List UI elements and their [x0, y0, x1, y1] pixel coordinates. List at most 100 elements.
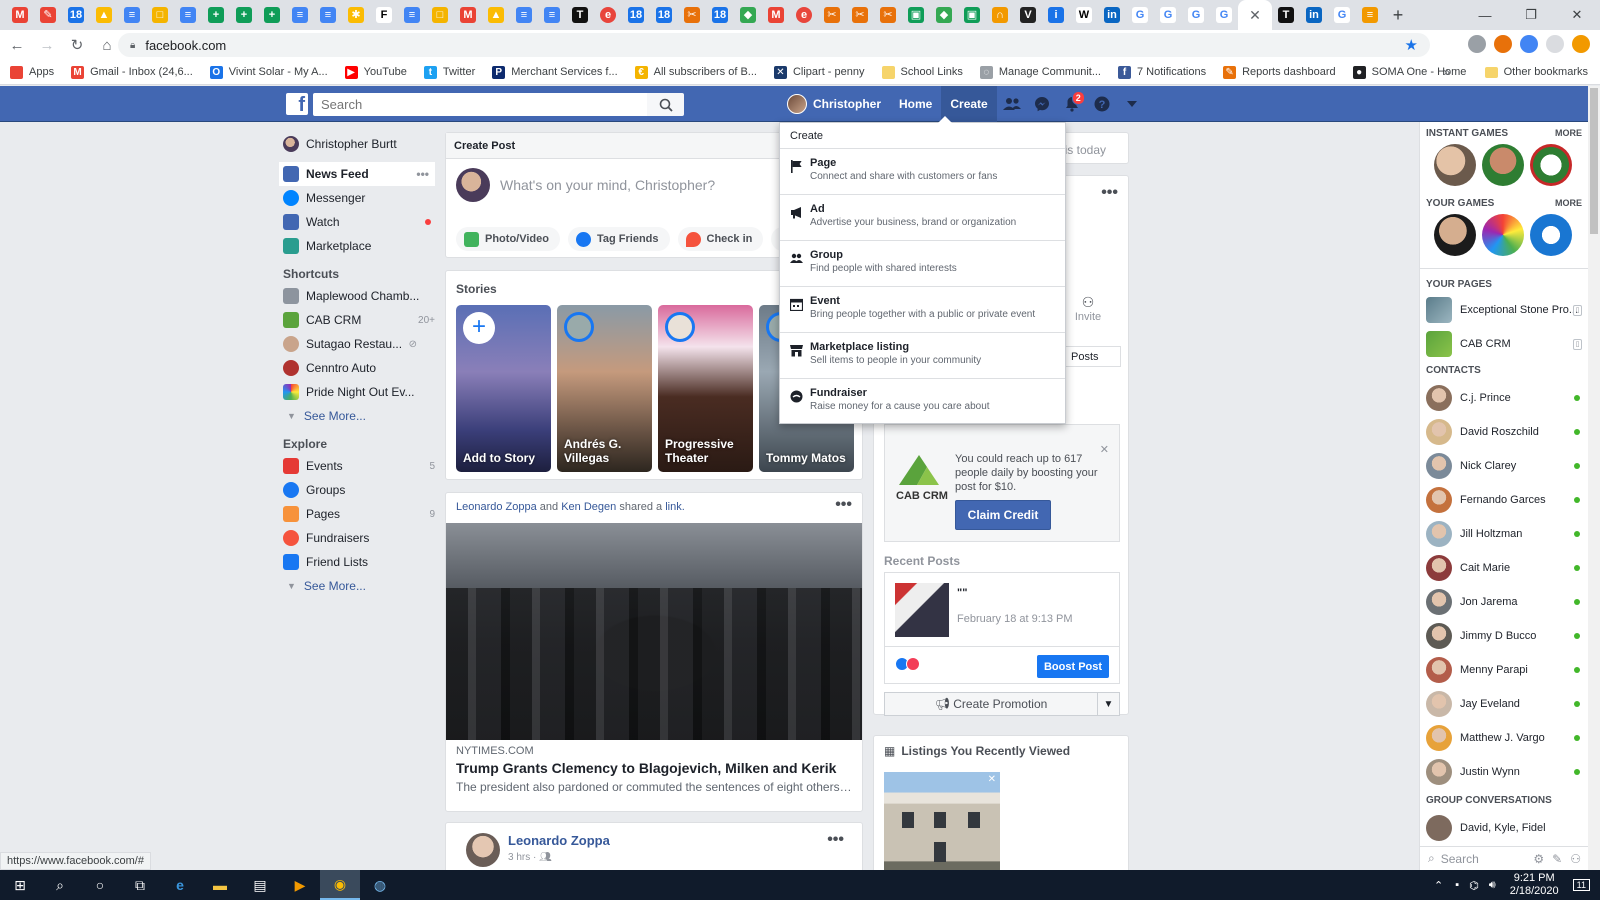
game-icon[interactable] — [1434, 144, 1476, 186]
tab-nyt-2[interactable]: T — [1272, 0, 1300, 30]
tab-google-5[interactable]: G — [1328, 0, 1356, 30]
task-view-icon[interactable]: ⧉ — [120, 870, 160, 900]
shortcut-item[interactable]: Sutagao Restau... ⊘ — [283, 332, 439, 356]
profile-icon[interactable] — [1546, 35, 1564, 53]
left-nav-item[interactable]: Marketplace — [283, 234, 439, 258]
tab-linkedin-2[interactable]: in — [1300, 0, 1328, 30]
new-group-icon[interactable]: ⚇ — [1570, 852, 1581, 866]
link-title[interactable]: Trump Grants Clemency to Blagojevich, Mi… — [456, 760, 836, 776]
tab-sheets-2[interactable]: + — [230, 0, 258, 30]
tab-sheets-3[interactable]: + — [258, 0, 286, 30]
story-add[interactable]: + Add to Story — [456, 305, 551, 472]
tab-google[interactable]: G — [1126, 0, 1154, 30]
bookmark-item[interactable]: M Gmail - Inbox (24,6... — [71, 65, 193, 79]
file-explorer-icon[interactable]: ▬ — [200, 870, 240, 900]
close-icon[interactable]: ✕ — [988, 774, 996, 785]
minimize-icon[interactable]: — — [1462, 0, 1508, 30]
tab-calendar[interactable]: 18 — [62, 0, 90, 30]
author-link[interactable]: Leonardo Zoppa — [456, 501, 537, 513]
page-item[interactable]: Exceptional Stone Pro... ▯ — [1420, 293, 1588, 327]
home-link[interactable]: Home — [890, 86, 941, 122]
store-icon[interactable]: ▤ — [240, 870, 280, 900]
tab-amber[interactable]: ≡ — [1356, 0, 1384, 30]
tab-green-2[interactable]: ▣ — [958, 0, 986, 30]
post-options-icon[interactable]: ••• — [827, 831, 844, 849]
contact-item[interactable]: Jon Jarema — [1420, 585, 1588, 619]
tab-maps[interactable]: ◆ — [734, 0, 762, 30]
check-in-button[interactable]: Check in — [677, 227, 764, 251]
tray-app-icon[interactable]: ▪ — [1455, 879, 1459, 891]
close-tab-icon[interactable]: ✕ — [1249, 7, 1261, 24]
action-center-icon[interactable]: 11 — [1572, 879, 1590, 891]
contact-item[interactable]: Jimmy D Bucco — [1420, 619, 1588, 653]
listing-thumbnail[interactable]: ✕ — [884, 772, 1000, 883]
tab-green[interactable]: ▣ — [902, 0, 930, 30]
tab-v[interactable]: V — [1014, 0, 1042, 30]
more-dots-icon[interactable]: ••• — [416, 167, 429, 181]
more-link[interactable]: MORE — [1555, 198, 1582, 208]
game-icon[interactable] — [1434, 214, 1476, 256]
solitaire-game-icon[interactable] — [1530, 144, 1572, 186]
create-group-item[interactable]: Group Find people with shared interests — [780, 241, 1065, 287]
page-item[interactable]: CAB CRM ▯ — [1420, 327, 1588, 361]
shortcut-item[interactable]: CAB CRM 20+ — [283, 308, 439, 332]
create-ad-item[interactable]: Ad Advertise your business, brand or org… — [780, 195, 1065, 241]
contact-item[interactable]: Cait Marie — [1420, 551, 1588, 585]
bookmark-item[interactable]: O Vivint Solar - My A... — [209, 65, 328, 79]
recent-post-thumbnail[interactable] — [895, 583, 949, 637]
volume-icon[interactable]: 🔊︎ — [1489, 879, 1496, 892]
tab-wiki[interactable]: W — [1070, 0, 1098, 30]
account-menu-chevron-icon[interactable] — [1117, 86, 1147, 122]
search-icon[interactable]: ⌕ — [40, 870, 80, 900]
restore-icon[interactable]: ❐ — [1508, 0, 1554, 30]
close-window-icon[interactable]: ✕ — [1554, 0, 1600, 30]
tab-f[interactable]: F — [370, 0, 398, 30]
tab-docs-4[interactable]: ≡ — [314, 0, 342, 30]
close-icon[interactable]: ✕ — [1100, 443, 1109, 456]
boost-post-button[interactable]: Boost Post — [1037, 655, 1109, 678]
tab-docs-6[interactable]: ≡ — [510, 0, 538, 30]
tab-slides-2[interactable]: □ — [426, 0, 454, 30]
tab-red[interactable]: e — [594, 0, 622, 30]
author-link[interactable]: Leonardo Zoppa — [508, 833, 610, 848]
contact-item[interactable]: Jay Eveland — [1420, 687, 1588, 721]
contact-item[interactable]: Justin Wynn — [1420, 755, 1588, 789]
contact-item[interactable]: Fernando Garces — [1420, 483, 1588, 517]
dice-game-icon[interactable] — [1530, 214, 1572, 256]
bookmark-item[interactable]: € All subscribers of B... — [634, 65, 757, 79]
avatar[interactable] — [466, 833, 500, 867]
tab-linkedin[interactable]: in — [1098, 0, 1126, 30]
facebook-logo-icon[interactable]: f — [286, 93, 308, 116]
cortana-icon[interactable]: ○ — [80, 870, 120, 900]
bookmark-item[interactable]: ◌ Manage Communit... — [979, 65, 1101, 79]
author-link[interactable]: Ken Degen — [561, 501, 616, 513]
post-options-icon[interactable]: ••• — [835, 496, 852, 514]
bookmark-item[interactable]: ✎ Reports dashboard — [1223, 65, 1336, 79]
bookmark-item[interactable]: Apps — [10, 65, 54, 79]
tab-google-3[interactable]: G — [1182, 0, 1210, 30]
extension-icon[interactable] — [1520, 35, 1538, 53]
friend-requests-icon[interactable] — [997, 86, 1027, 122]
tab-docs[interactable]: ≡ — [118, 0, 146, 30]
profile-link[interactable]: Christopher — [778, 86, 890, 122]
contact-item[interactable]: Nick Clarey — [1420, 449, 1588, 483]
tab-cut-3[interactable]: ✂ — [846, 0, 874, 30]
group-conversation-item[interactable]: David, Kyle, Fidel — [1420, 811, 1588, 845]
tab-facebook-active[interactable]: ✕ — [1238, 0, 1272, 30]
color-wheel-game-icon[interactable] — [1482, 214, 1524, 256]
create-promotion-button[interactable]: 📢︎ Create Promotion ▼ — [884, 692, 1120, 716]
tab-docs-7[interactable]: ≡ — [538, 0, 566, 30]
tab-pdf[interactable]: ✎ — [34, 0, 62, 30]
help-icon[interactable]: ? — [1087, 86, 1117, 122]
invite-button[interactable]: ⚇ Invite — [1066, 294, 1110, 323]
explore-item[interactable]: Fundraisers — [283, 526, 439, 550]
bookmark-star-icon[interactable]: ★ — [1405, 36, 1418, 54]
page-scrollbar[interactable] — [1588, 86, 1600, 870]
chat-search-input[interactable]: ⌕ Search ⚙ ✎ ⚇ — [1420, 846, 1588, 870]
reactions[interactable] — [895, 657, 920, 671]
tab-docs-3[interactable]: ≡ — [286, 0, 314, 30]
shortcut-item[interactable]: Pride Night Out Ev... — [283, 380, 439, 404]
explore-item[interactable]: Events 5 — [283, 454, 439, 478]
tab-nyt[interactable]: T — [566, 0, 594, 30]
scrollbar-thumb[interactable] — [1590, 88, 1598, 234]
